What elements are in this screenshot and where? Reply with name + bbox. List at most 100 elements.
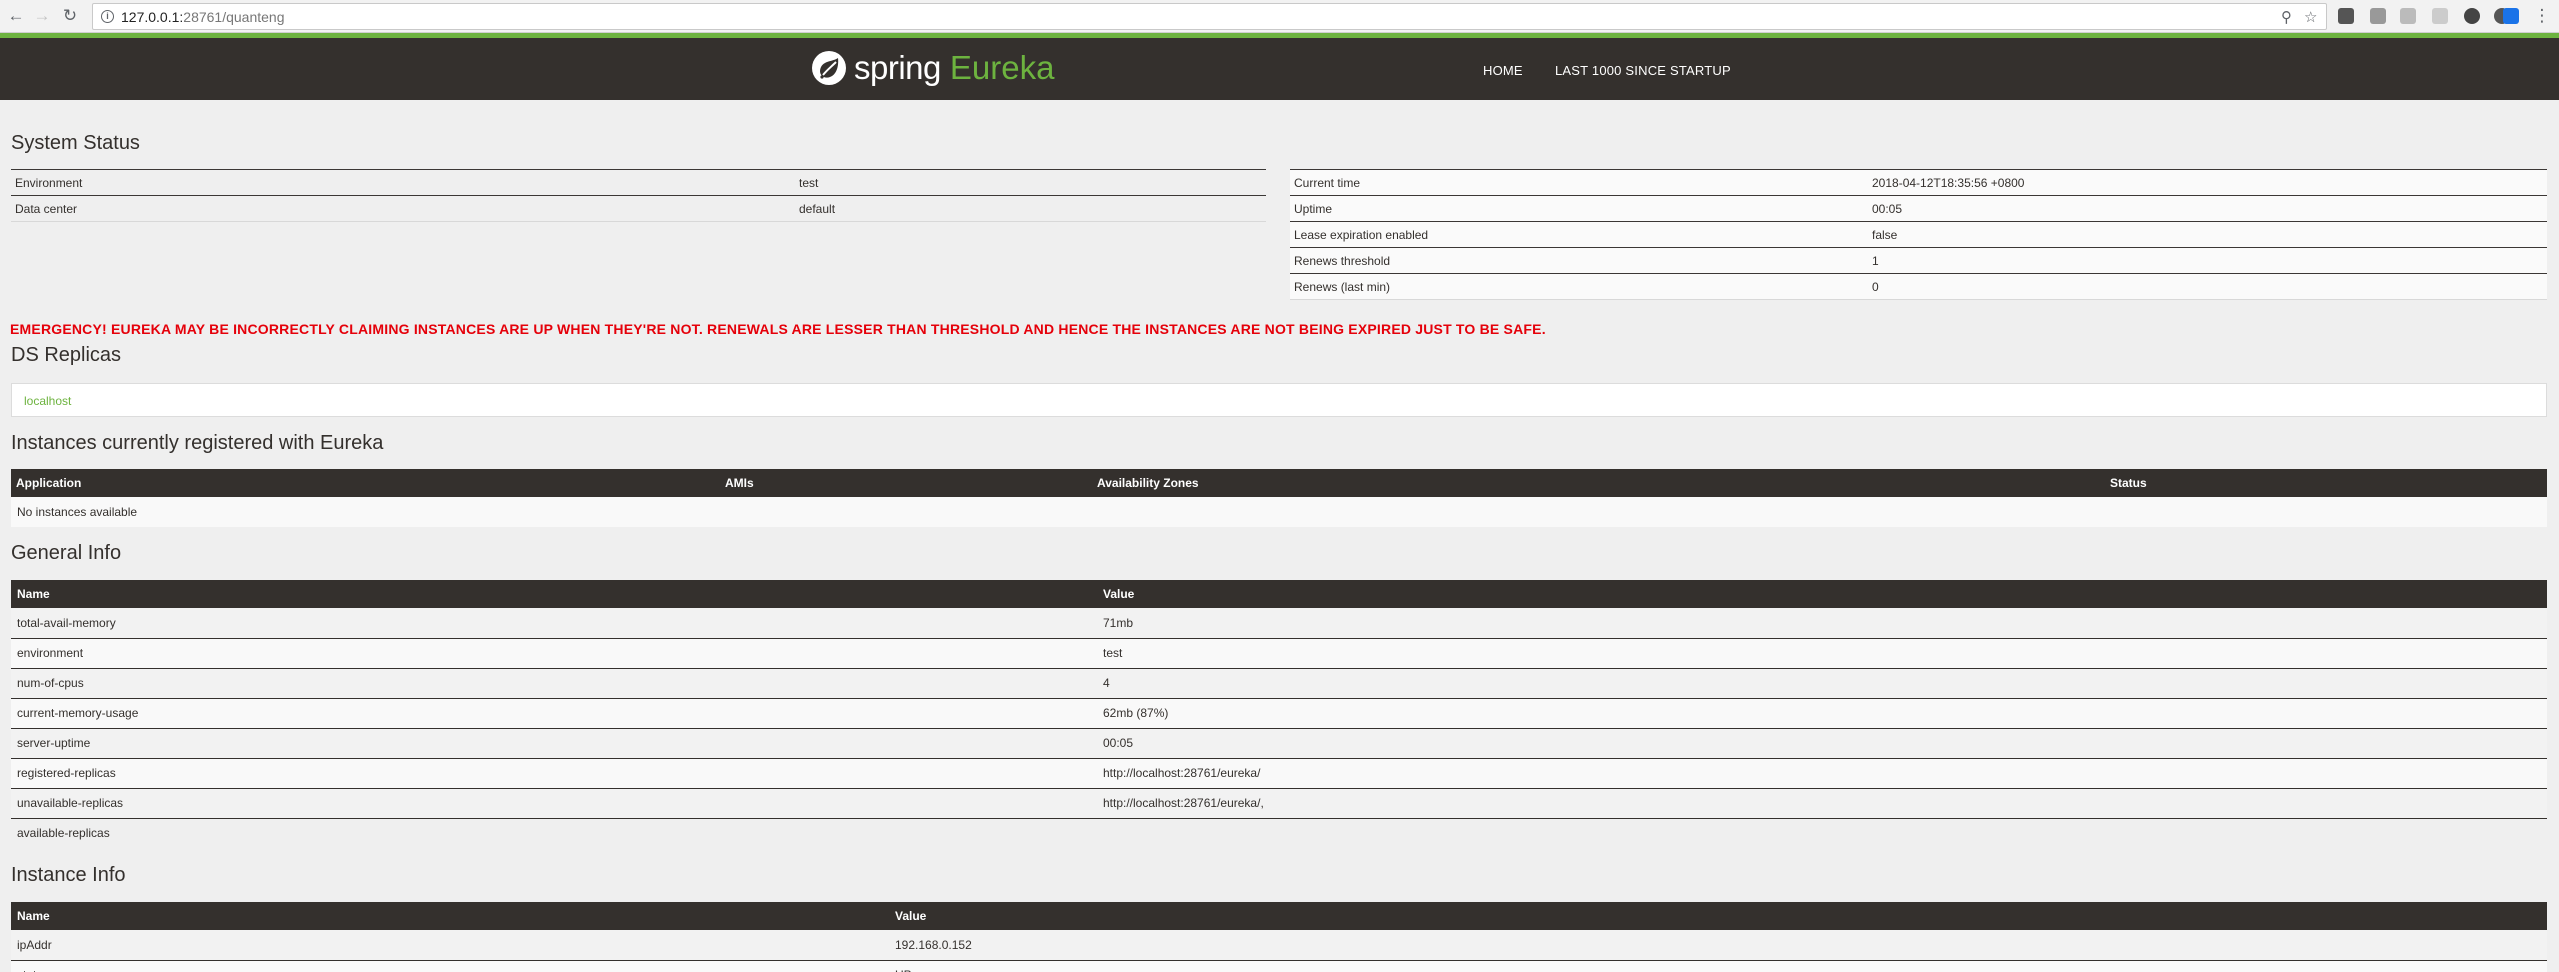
column-header: Value <box>889 902 2547 930</box>
column-header: Value <box>1097 580 2547 608</box>
info-value: 192.168.0.152 <box>889 930 2547 961</box>
info-value: http://localhost:28761/eureka/, <box>1097 788 2547 819</box>
status-value: 1 <box>1868 247 2547 274</box>
zoom-icon[interactable]: ⚲ <box>2281 8 2292 26</box>
extension-icon[interactable] <box>2432 8 2448 24</box>
instances-table: Application AMIs Availability Zones Stat… <box>11 469 2547 527</box>
column-header: Status <box>2104 469 2547 497</box>
status-value: 2018-04-12T18:35:56 +0800 <box>1868 169 2547 196</box>
status-label: Renews threshold <box>1290 247 1868 274</box>
app-header: spring Eureka HOME LAST 1000 SINCE START… <box>0 38 2559 100</box>
extension-icon[interactable] <box>2464 8 2480 24</box>
table-header-row: Name Value <box>11 902 2547 930</box>
nav-home[interactable]: HOME <box>1483 63 1523 78</box>
status-value: 0 <box>1868 273 2547 300</box>
info-name: current-memory-usage <box>11 698 1097 729</box>
browser-toolbar: ← → ↻ i 127.0.0.1:28761/quanteng ⚲ ☆ ⋮ <box>0 0 2559 33</box>
extension-icon[interactable] <box>2370 8 2386 24</box>
info-name: server-uptime <box>11 728 1097 759</box>
url-text[interactable]: 127.0.0.1:28761/quanteng <box>121 9 285 25</box>
instance-info-title: Instance Info <box>11 864 126 886</box>
table-row: total-avail-memory 71mb <box>11 608 2547 639</box>
ds-replicas-title: DS Replicas <box>11 344 122 366</box>
forward-icon[interactable]: → <box>32 6 52 26</box>
info-name: status <box>11 960 889 972</box>
extension-icon[interactable] <box>2503 8 2519 24</box>
system-status-title: System Status <box>11 132 140 154</box>
status-label: Renews (last min) <box>1290 273 1868 300</box>
status-value: test <box>795 169 1266 196</box>
info-name: ipAddr <box>11 930 889 961</box>
status-row: Current time 2018-04-12T18:35:56 +0800 <box>1290 169 2547 196</box>
status-label: Lease expiration enabled <box>1290 221 1868 248</box>
status-label: Current time <box>1290 169 1868 196</box>
logo-eureka-text: Eureka <box>949 49 1055 86</box>
general-info-title: General Info <box>11 542 122 564</box>
back-icon[interactable]: ← <box>6 6 26 26</box>
instance-info-table: Name Value ipAddr 192.168.0.152 status U… <box>11 902 2547 972</box>
info-name: num-of-cpus <box>11 668 1097 699</box>
spring-eureka-logo[interactable]: spring Eureka <box>811 48 1054 88</box>
evernote-extension-icon[interactable] <box>2338 8 2354 24</box>
reload-icon[interactable]: ↻ <box>60 6 80 26</box>
general-info-table: Name Value total-avail-memory 71mb envir… <box>11 580 2547 848</box>
table-row: current-memory-usage 62mb (87%) <box>11 698 2547 729</box>
info-name: environment <box>11 638 1097 669</box>
emergency-warning: EMERGENCY! EUREKA MAY BE INCORRECTLY CLA… <box>10 321 1546 337</box>
info-name: registered-replicas <box>11 758 1097 789</box>
table-row: environment test <box>11 638 2547 669</box>
table-header-row: Name Value <box>11 580 2547 608</box>
status-value: false <box>1868 221 2547 248</box>
menu-icon[interactable]: ⋮ <box>2532 6 2552 26</box>
info-value: 4 <box>1097 668 2547 699</box>
status-row: Uptime 00:05 <box>1290 195 2547 222</box>
status-value: 00:05 <box>1868 195 2547 222</box>
table-row: num-of-cpus 4 <box>11 668 2547 699</box>
nav-last-1000[interactable]: LAST 1000 SINCE STARTUP <box>1555 63 1731 78</box>
status-row: Data center default <box>11 195 1266 222</box>
column-header: Name <box>11 902 889 930</box>
table-row: ipAddr 192.168.0.152 <box>11 930 2547 961</box>
no-instances-message: No instances available <box>11 497 2547 527</box>
extension-icon[interactable] <box>2400 8 2416 24</box>
status-label: Uptime <box>1290 195 1868 222</box>
info-value: 62mb (87%) <box>1097 698 2547 729</box>
info-value: test <box>1097 638 2547 669</box>
status-label: Data center <box>11 195 795 222</box>
address-bar[interactable]: i 127.0.0.1:28761/quanteng ⚲ ☆ <box>92 3 2327 30</box>
replica-link[interactable]: localhost <box>24 394 71 408</box>
table-header-row: Application AMIs Availability Zones Stat… <box>11 469 2547 497</box>
system-status-right-table: Current time 2018-04-12T18:35:56 +0800 U… <box>1290 169 2547 300</box>
table-row: server-uptime 00:05 <box>11 728 2547 759</box>
status-value: default <box>795 195 1266 222</box>
info-name: total-avail-memory <box>11 608 1097 639</box>
table-row: No instances available <box>11 497 2547 527</box>
table-row: status UP <box>11 960 2547 972</box>
bookmark-star-icon[interactable]: ☆ <box>2304 8 2317 26</box>
info-name: unavailable-replicas <box>11 788 1097 819</box>
column-header: Availability Zones <box>1091 469 2104 497</box>
column-header: AMIs <box>719 469 1091 497</box>
column-header: Application <box>11 469 719 497</box>
info-value: 71mb <box>1097 608 2547 639</box>
instances-title: Instances currently registered with Eure… <box>11 432 384 454</box>
column-header: Name <box>11 580 1097 608</box>
status-row: Renews threshold 1 <box>1290 247 2547 274</box>
info-value: UP <box>889 960 2547 972</box>
table-row: registered-replicas http://localhost:287… <box>11 758 2547 789</box>
table-row: available-replicas <box>11 818 2547 848</box>
status-row: Environment test <box>11 169 1266 196</box>
info-value: 00:05 <box>1097 728 2547 759</box>
status-row: Renews (last min) 0 <box>1290 273 2547 300</box>
info-icon[interactable]: i <box>101 10 114 23</box>
logo-spring-text: spring <box>854 49 941 86</box>
system-status-left-table: Environment test Data center default <box>11 169 1266 222</box>
info-name: available-replicas <box>11 818 1097 848</box>
spring-leaf-icon <box>812 51 846 85</box>
ds-replicas-list: localhost <box>11 383 2547 417</box>
info-value <box>1097 818 2547 848</box>
status-label: Environment <box>11 169 795 196</box>
status-row: Lease expiration enabled false <box>1290 221 2547 248</box>
table-row: unavailable-replicas http://localhost:28… <box>11 788 2547 819</box>
info-value: http://localhost:28761/eureka/ <box>1097 758 2547 789</box>
